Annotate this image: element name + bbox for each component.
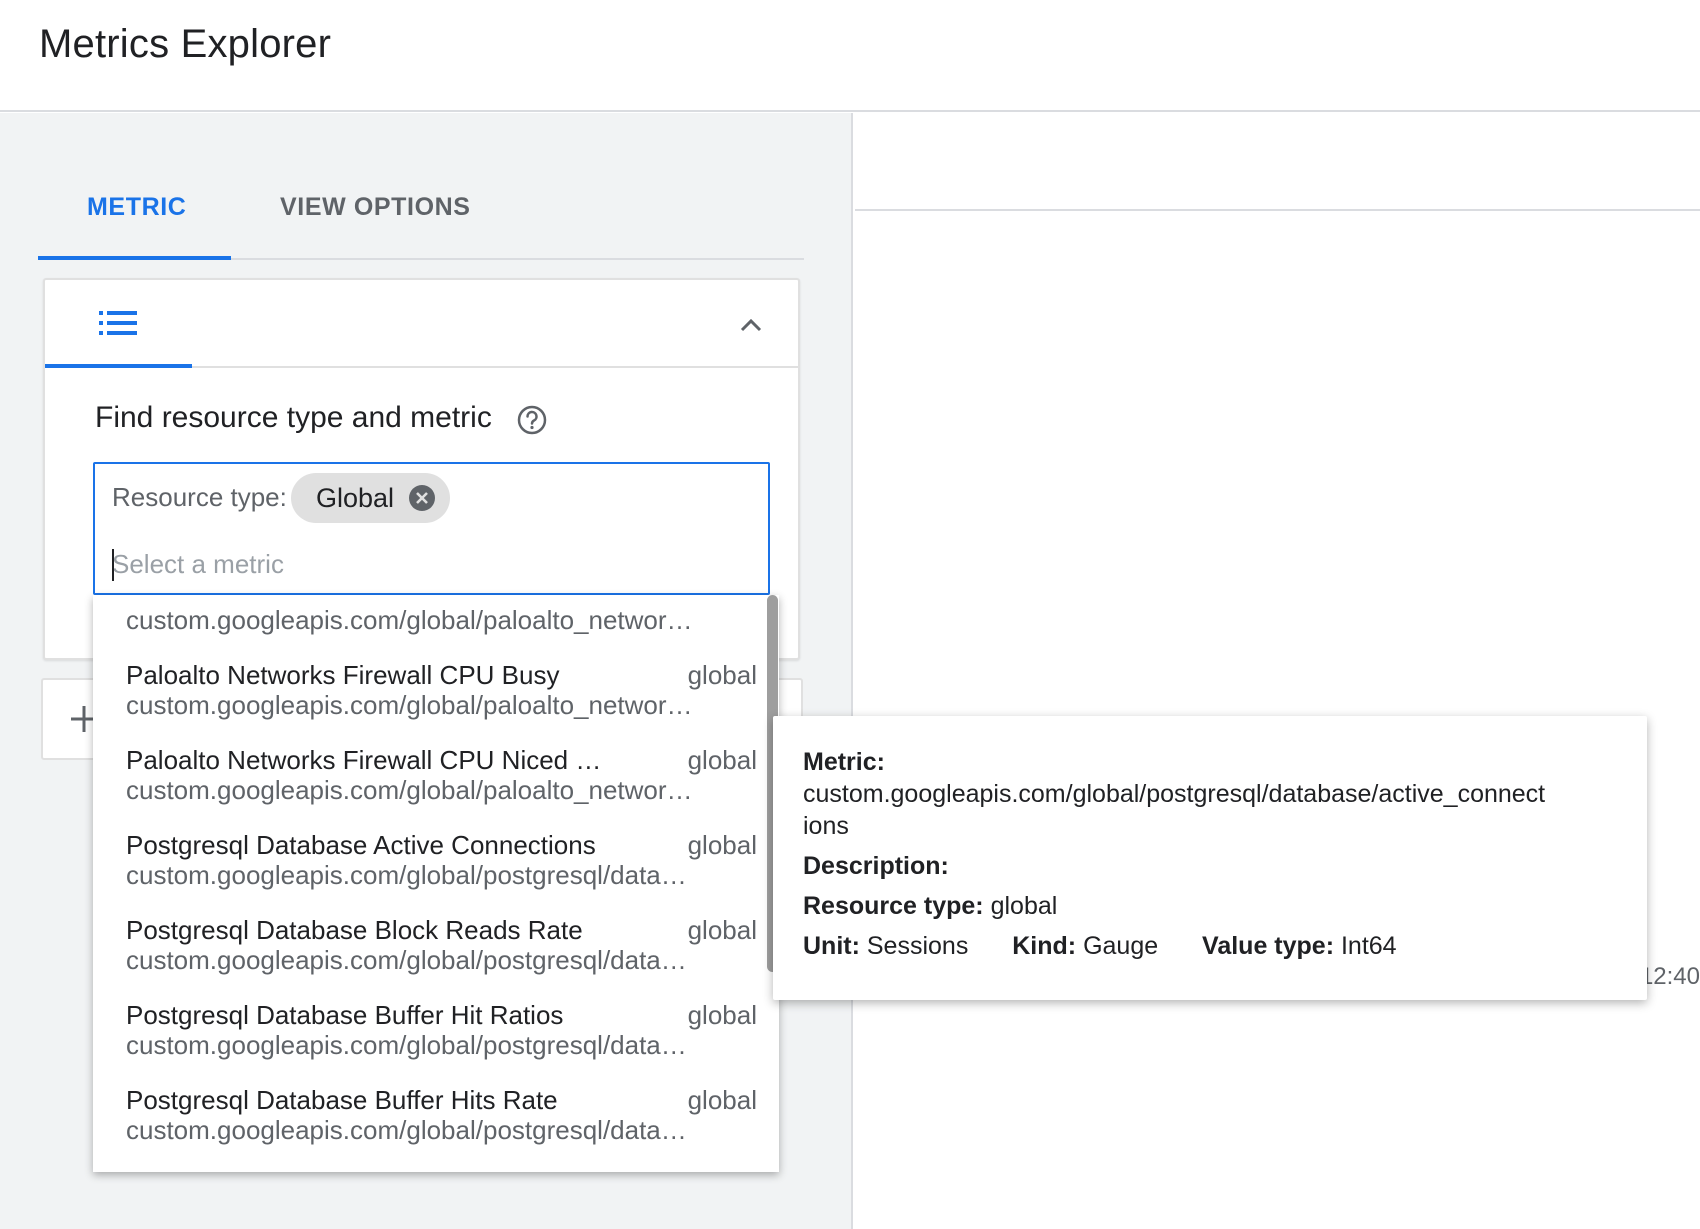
dropdown-item-resource: global [687,915,757,945]
dropdown-item-path: custom.googleapis.com/global/postgresql/… [126,1115,687,1145]
tooltip-metric-value-2: ions [803,812,849,840]
find-resource-title: Find resource type and metric [95,401,492,434]
tab-view-options[interactable]: VIEW OPTIONS [280,193,471,222]
card-header [45,280,798,368]
dropdown-item-name: Postgresql Database Active Connections [126,830,596,860]
dropdown-item-name: Postgresql Database Block Reads Rate [126,915,583,945]
tooltip-kind-value: Gauge [1083,932,1159,960]
chart-toolbar [855,113,1700,211]
dropdown-item[interactable]: Postgresql Database Block Reads Rate glo… [93,915,757,999]
metric-input[interactable] [112,544,732,584]
dropdown-item-resource: global [687,745,757,775]
dropdown-item-resource: global [687,1085,757,1115]
close-circle-icon[interactable] [408,484,436,512]
tooltip-unit-label: Unit: [803,932,860,960]
tooltip-resource-type: Resource type: global [803,890,1617,922]
tooltip-attributes: Unit: Sessions Kind: Gauge Value type: I… [803,930,1617,962]
metric-tooltip: Metric: custom.googleapis.com/global/pos… [773,716,1647,1000]
metric-dropdown: custom.googleapis.com/global/paloalto_ne… [93,595,779,1172]
tooltip-resource-type-value: global [990,892,1058,920]
dropdown-item-name: Postgresql Database Buffer Hits Rate [126,1085,558,1115]
tab-bar: METRIC VIEW OPTIONS [38,165,804,260]
tooltip-unit-value: Sessions [866,932,969,960]
dropdown-item[interactable]: Paloalto Networks Firewall CPU Busy glob… [93,660,757,744]
dropdown-item[interactable]: Postgresql Database Buffer Hit Ratios gl… [93,1000,757,1084]
dropdown-item-path: custom.googleapis.com/global/paloalto_ne… [126,775,693,805]
dropdown-item-path: custom.googleapis.com/global/paloalto_ne… [126,690,693,720]
dropdown-item[interactable]: Postgresql Database Active Connections g… [93,830,757,914]
dropdown-item-name: Paloalto Networks Firewall CPU Busy [126,660,560,690]
active-tab-indicator [38,256,231,260]
time-axis-label: 12:40 [1639,963,1700,990]
dropdown-item[interactable]: Paloalto Networks Firewall CPU Niced U… … [93,745,757,829]
dropdown-item-path: custom.googleapis.com/global/paloalto_ne… [126,605,693,635]
chart-panel: 12:40 [855,113,1700,1229]
resource-type-label: Resource type: [112,482,287,512]
metric-search-box[interactable]: Resource type: Global [93,462,770,595]
tooltip-metric-value-1: custom.googleapis.com/global/postgresql/… [803,780,1546,808]
tooltip-value-type-label: Value type: [1202,932,1335,960]
tooltip-metric-label: Metric: [803,748,885,776]
dropdown-item-path: custom.googleapis.com/global/postgresql/… [126,945,687,975]
tooltip-description-label: Description: [803,852,949,880]
dropdown-item-resource: global [687,1000,757,1030]
app-header: Metrics Explorer [0,0,1700,112]
help-icon[interactable] [517,405,547,435]
card-tab-indicator [45,364,192,368]
dropdown-item-resource: global [687,660,757,690]
tooltip-kind-label: Kind: [1012,932,1077,960]
tooltip-resource-type-label: Resource type: [803,892,984,920]
dropdown-item-path: custom.googleapis.com/global/postgresql/… [126,860,687,890]
page-title: Metrics Explorer [39,22,332,66]
text-cursor [112,549,114,581]
dropdown-item-name: Paloalto Networks Firewall CPU Niced U… [126,745,606,775]
dropdown-item[interactable]: Postgresql Database Buffer Hits Rate glo… [93,1085,757,1169]
chevron-up-icon[interactable] [740,316,762,332]
dropdown-item-name: Postgresql Database Buffer Hit Ratios [126,1000,564,1030]
resource-type-chip[interactable]: Global [291,473,451,523]
dropdown-item-resource: global [687,830,757,860]
tab-metric[interactable]: METRIC [87,193,186,222]
tooltip-value-type-value: Int64 [1340,932,1397,960]
resource-type-chip-label: Global [316,483,395,513]
list-icon[interactable] [99,310,137,336]
dropdown-item-path: custom.googleapis.com/global/postgresql/… [126,1030,687,1060]
